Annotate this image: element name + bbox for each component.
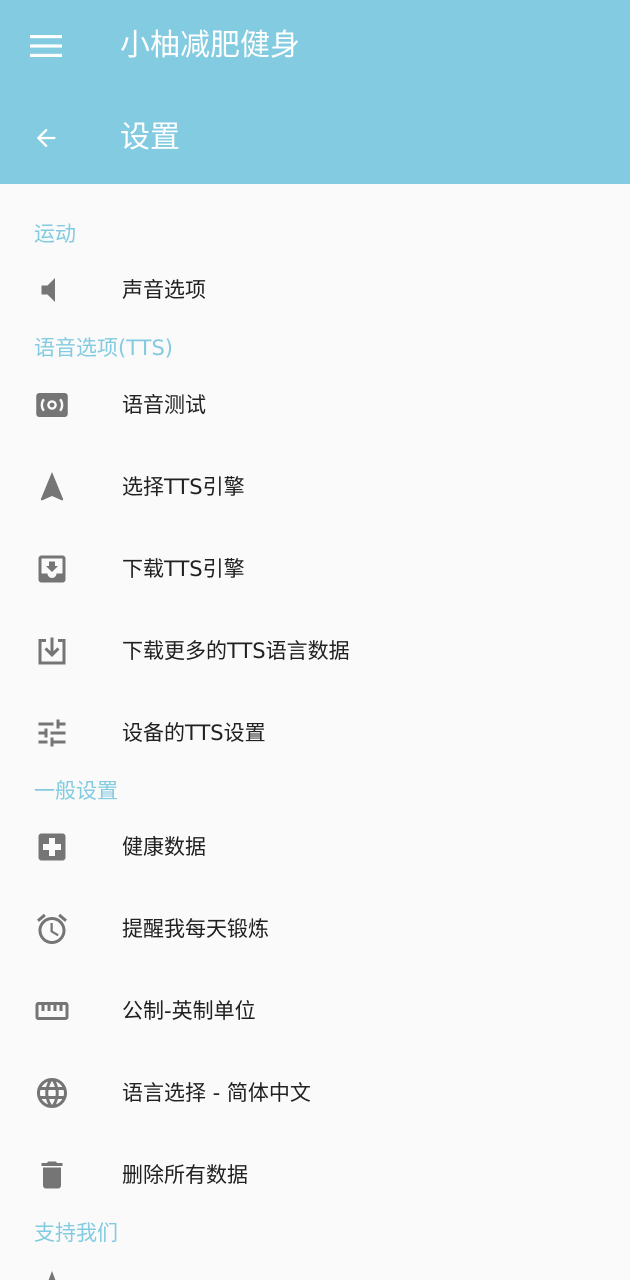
download-box-icon [34, 551, 70, 587]
arrow-back-icon[interactable] [26, 118, 66, 158]
section-header-tts: 语音选项(TTS) [34, 336, 174, 360]
section-header-general: 一般设置 [34, 779, 118, 803]
ruler-icon [34, 993, 70, 1029]
settings-item-language[interactable]: 语言选择 - 简体中文 [0, 1052, 630, 1134]
app-header: 小柚减肥健身 设置 [0, 0, 630, 184]
settings-item-label: 公制-英制单位 [122, 999, 256, 1023]
app-bar: 小柚减肥健身 [0, 0, 630, 92]
settings-item-label: 选择TTS引擎 [122, 475, 245, 499]
tune-icon [34, 715, 70, 751]
settings-item-label: 语言选择 - 简体中文 [122, 1081, 311, 1105]
page-title: 设置 [120, 120, 180, 155]
settings-item-sound-options[interactable]: 声音选项 [0, 249, 630, 331]
volume-icon [34, 272, 70, 308]
settings-item-label: 删除所有数据 [122, 1163, 248, 1187]
settings-item-download-tts-engine[interactable]: 下载TTS引擎 [0, 528, 630, 610]
navigation-arrow-icon [34, 469, 70, 505]
settings-item-label: 语音测试 [122, 393, 206, 417]
settings-item-download-more-tts-data[interactable]: 下载更多的TTS语言数据 [0, 610, 630, 692]
section-header-exercise: 运动 [34, 222, 76, 246]
speaker-test-icon [34, 387, 70, 423]
menu-icon[interactable] [26, 26, 66, 66]
settings-item-voice-test[interactable]: 语音测试 [0, 364, 630, 446]
app-title: 小柚减肥健身 [120, 28, 300, 63]
alarm-icon [34, 911, 70, 947]
settings-item-select-tts-engine[interactable]: 选择TTS引擎 [0, 446, 630, 528]
settings-item-units[interactable]: 公制-英制单位 [0, 970, 630, 1052]
trash-icon [34, 1157, 70, 1193]
section-header-support: 支持我们 [34, 1221, 118, 1245]
settings-item-label: 健康数据 [122, 835, 206, 859]
settings-item-device-tts-settings[interactable]: 设备的TTS设置 [0, 692, 630, 774]
settings-item-label: 下载更多的TTS语言数据 [122, 639, 350, 663]
settings-item-label: 设备的TTS设置 [122, 721, 266, 745]
partial-item-icon [34, 1268, 70, 1280]
globe-icon [34, 1075, 70, 1111]
settings-item-daily-reminder[interactable]: 提醒我每天锻炼 [0, 888, 630, 970]
settings-item-label: 提醒我每天锻炼 [122, 917, 269, 941]
settings-item-delete-all-data[interactable]: 删除所有数据 [0, 1134, 630, 1216]
settings-item-label: 声音选项 [122, 278, 206, 302]
health-plus-icon [34, 829, 70, 865]
settings-item-health-data[interactable]: 健康数据 [0, 806, 630, 888]
download-outline-icon [34, 633, 70, 669]
toolbar: 设置 [0, 92, 630, 184]
settings-item-label: 下载TTS引擎 [122, 557, 245, 581]
